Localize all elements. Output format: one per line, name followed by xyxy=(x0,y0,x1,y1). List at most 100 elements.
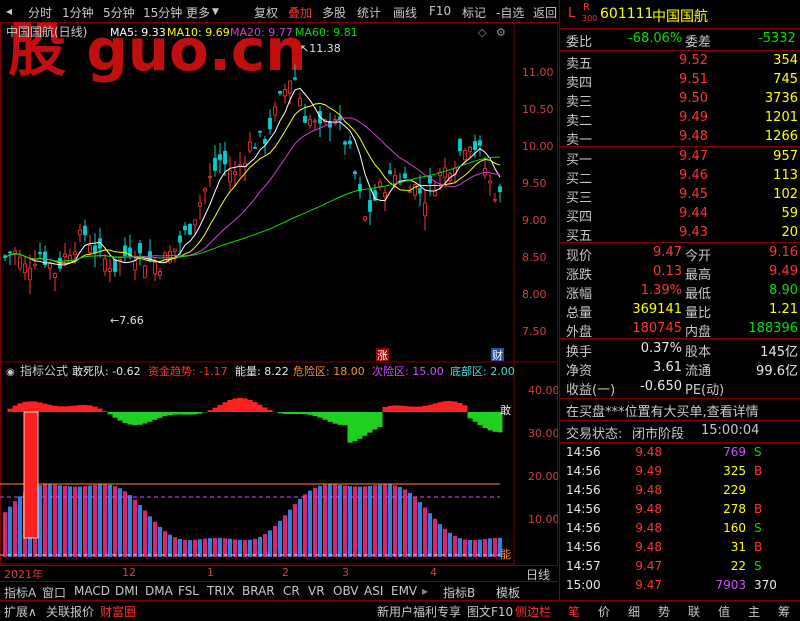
btn-huaxian[interactable]: 画线 xyxy=(393,4,417,21)
zjqs-bar xyxy=(233,399,238,412)
ask-row[interactable]: 卖三9.503736 xyxy=(560,90,800,109)
candle-body xyxy=(79,230,82,235)
tab-scroll-right-icon[interactable]: ▸ xyxy=(422,584,428,598)
notice-row[interactable]: 在买盘***位置有大买单,查看详情 xyxy=(560,400,800,419)
tab-macd[interactable]: MACD xyxy=(74,584,110,598)
tab-template[interactable]: 模板 xyxy=(496,584,520,601)
panel-tab-xi[interactable]: 细 xyxy=(628,603,640,620)
tab-5min[interactable]: 5分钟 xyxy=(103,4,135,21)
quote-value: 1.39% xyxy=(630,283,682,298)
tick-time: 14:56 xyxy=(566,540,601,554)
diamond-icon[interactable]: ◇ xyxy=(478,26,487,39)
bid-row[interactable]: 买四9.4459 xyxy=(560,205,800,224)
energy-bar xyxy=(383,484,387,557)
gear-icon[interactable]: ⚙ xyxy=(496,26,506,39)
tab-zhibiao-a[interactable]: 指标A xyxy=(4,584,36,601)
tab-1min[interactable]: 1分钟 xyxy=(62,4,94,21)
quote-value: 0.13 xyxy=(630,264,682,279)
tab-zhibiao-b[interactable]: 指标B xyxy=(443,584,475,601)
zjqs-bar xyxy=(363,412,368,436)
bid-row[interactable]: 买二9.46113 xyxy=(560,167,800,186)
kline-chart[interactable]: 股 guo.cn 中国国航(日线) MA5: 9.33 MA10: 9.69 M… xyxy=(0,22,558,566)
btn-f10[interactable]: F10 xyxy=(429,4,451,18)
expand-button[interactable]: 扩展∧ xyxy=(4,603,37,620)
tab-fsl[interactable]: FSL xyxy=(178,584,199,598)
sidebar-button[interactable]: 侧边栏 xyxy=(515,603,551,620)
energy-bar xyxy=(53,485,57,557)
tab-15min[interactable]: 15分钟 xyxy=(143,4,182,21)
tab-emv[interactable]: EMV xyxy=(391,584,417,598)
energy-bar xyxy=(243,540,247,557)
indicator-dbq: 底部区: 2.00 xyxy=(450,364,515,378)
date-tick: 4 xyxy=(430,566,437,579)
more-dropdown-icon[interactable]: ▼ xyxy=(212,7,219,17)
bid-row[interactable]: 买三9.45102 xyxy=(560,186,800,205)
tab-window[interactable]: 窗口 xyxy=(42,584,66,601)
ask-volume: 1201 xyxy=(750,110,798,125)
energy-bar xyxy=(268,530,272,557)
ma60-label: MA60: 9.81 xyxy=(295,26,358,39)
zjqs-bar xyxy=(23,402,28,412)
related-quote-button[interactable]: 关联报价 xyxy=(46,603,94,620)
candle-body xyxy=(499,187,502,192)
energy-bar xyxy=(248,540,252,557)
panel-tab-bi[interactable]: 笔 xyxy=(568,603,580,620)
energy-bar xyxy=(293,504,297,557)
tab-trix[interactable]: TRIX xyxy=(207,584,234,598)
energy-bar xyxy=(278,521,282,557)
caifuquan-button[interactable]: 财富圈 xyxy=(100,603,136,620)
price-tick: 9.00 xyxy=(522,214,547,227)
panel-tab-zhi[interactable]: 值 xyxy=(718,603,730,620)
tab-fenshi[interactable]: 分时 xyxy=(28,4,52,21)
toolbar-arrow-icon[interactable]: ◂ xyxy=(6,4,12,18)
panel-tab-shi[interactable]: 势 xyxy=(658,603,670,620)
tab-cr[interactable]: CR xyxy=(283,584,300,598)
energy-bar xyxy=(428,513,432,557)
candle-body xyxy=(139,243,142,253)
panel-tab-zhu[interactable]: 主 xyxy=(748,603,760,620)
high-mark: ↖11.38 xyxy=(300,42,341,55)
zjqs-bar xyxy=(48,405,53,412)
btn-diejia[interactable]: 叠加 xyxy=(288,4,312,21)
panel-tab-lian[interactable]: 联 xyxy=(688,603,700,620)
btn-back[interactable]: 返回 xyxy=(533,4,557,21)
tab-brar[interactable]: BRAR xyxy=(242,584,275,598)
panel-tab-chou[interactable]: 筹 xyxy=(778,603,790,620)
new-user-welfare-link[interactable]: 新用户福利专享 xyxy=(377,603,461,620)
ask-row[interactable]: 卖一9.481266 xyxy=(560,128,800,147)
bid-row[interactable]: 买五9.4320 xyxy=(560,224,800,243)
tab-dmi[interactable]: DMI xyxy=(115,584,138,598)
tab-vr[interactable]: VR xyxy=(308,584,325,598)
energy-bar xyxy=(158,527,162,557)
candle-body xyxy=(144,266,147,278)
ask-row[interactable]: 卖五9.52354 xyxy=(560,52,800,71)
btn-zixuan[interactable]: -自选 xyxy=(496,4,524,21)
quote-row: 外盘180745内盘188396 xyxy=(560,320,800,339)
notice-text[interactable]: 在买盘***位置有大买单,查看详情 xyxy=(566,401,759,420)
tab-dma[interactable]: DMA xyxy=(145,584,173,598)
btn-fuquan[interactable]: 复权 xyxy=(254,4,278,21)
zjqs-bar xyxy=(158,412,163,418)
ask-row[interactable]: 卖四9.51745 xyxy=(560,71,800,90)
btn-tongji[interactable]: 统计 xyxy=(357,4,381,21)
zjqs-bar xyxy=(468,412,473,418)
candle-body xyxy=(364,217,367,220)
candle-body xyxy=(24,264,27,273)
tab-asi[interactable]: ASI xyxy=(364,584,383,598)
date-tick: 3 xyxy=(342,566,349,579)
tab-more[interactable]: 更多 xyxy=(186,4,210,21)
zjqs-bar xyxy=(123,412,128,423)
panel-tab-jia[interactable]: 价 xyxy=(598,603,610,620)
tick-volume: 229 xyxy=(690,483,746,497)
btn-duogu[interactable]: 多股 xyxy=(322,4,346,21)
ask-row[interactable]: 卖二9.491201 xyxy=(560,109,800,128)
btn-biaoji[interactable]: 标记 xyxy=(462,4,486,21)
indicator-collapse-icon[interactable]: ◉ xyxy=(6,367,15,378)
tab-obv[interactable]: OBV xyxy=(333,584,359,598)
bid-row[interactable]: 买一9.47957 xyxy=(560,148,800,167)
tick-side: 370 xyxy=(754,578,777,592)
zjqs-bar xyxy=(283,412,288,414)
zjqs-bar xyxy=(228,400,233,412)
f10-graphic-button[interactable]: 图文F10 xyxy=(467,603,513,620)
zjqs-bar xyxy=(108,412,113,414)
